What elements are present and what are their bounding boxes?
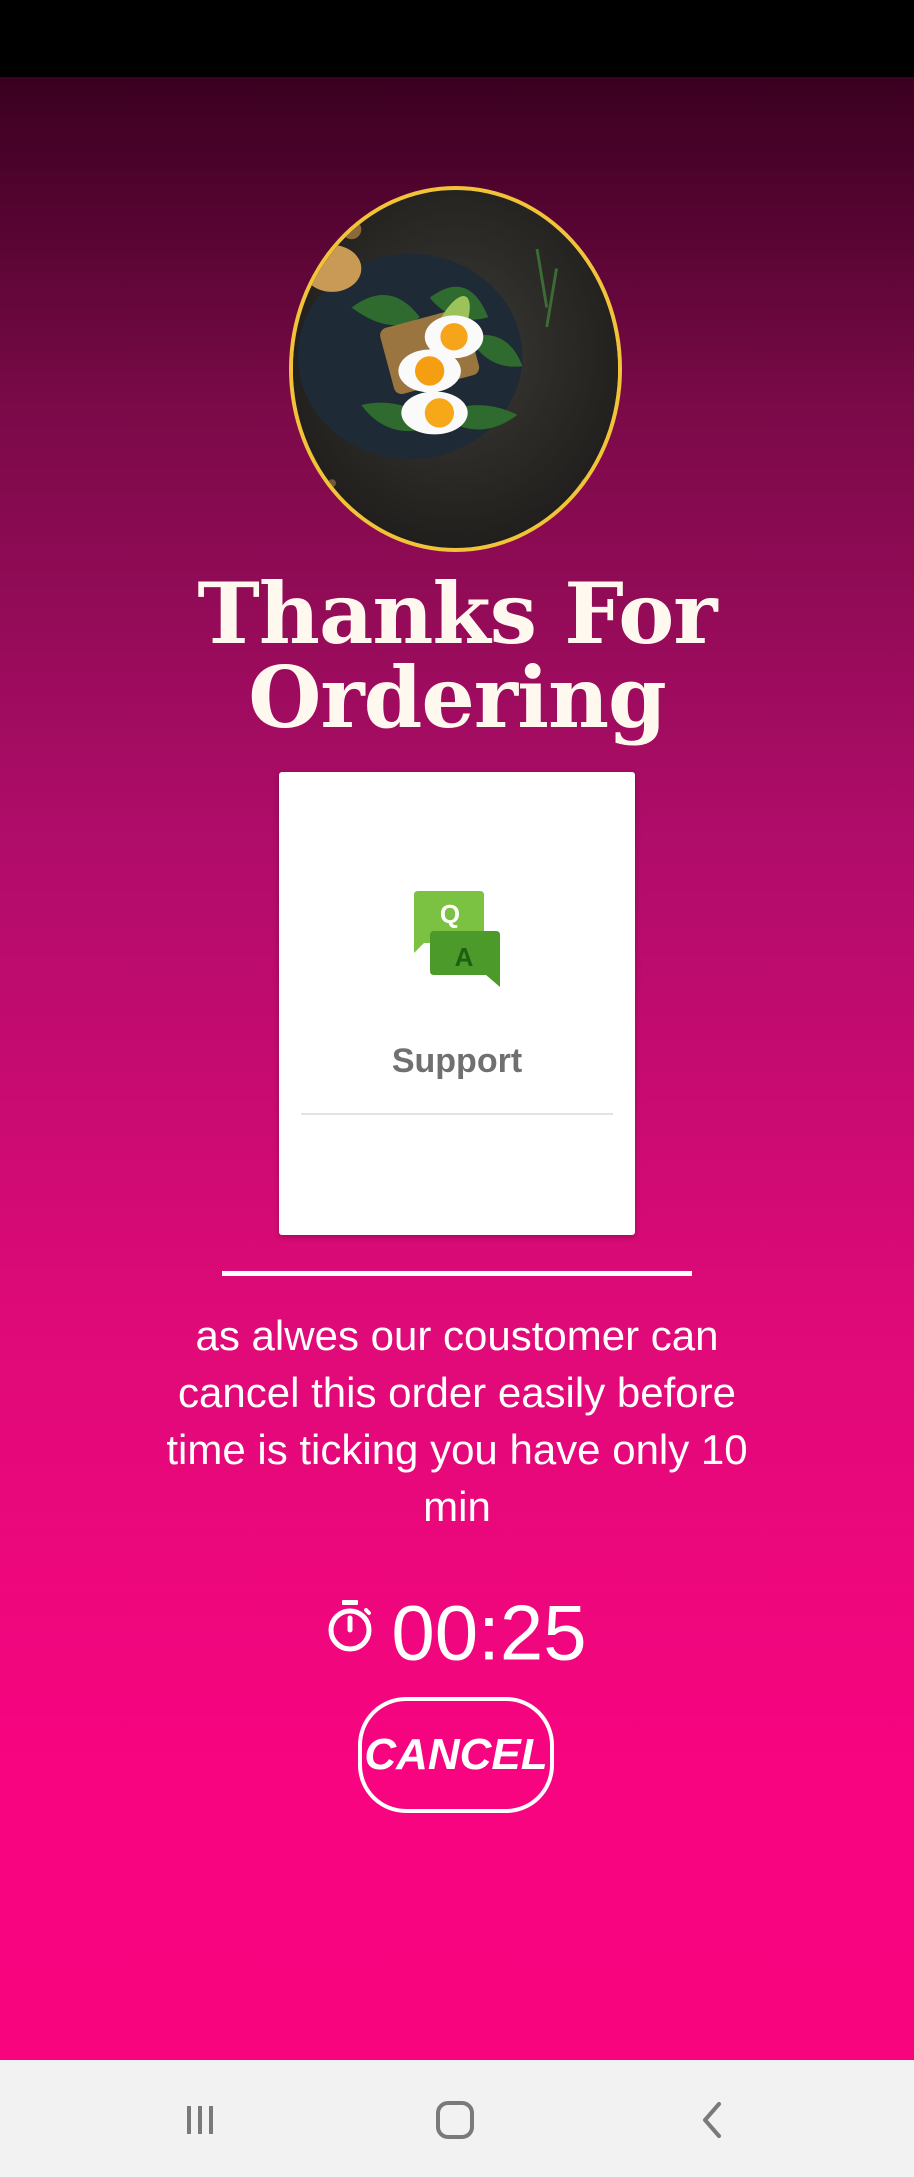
timer-value: 00:25 <box>391 1588 587 1677</box>
countdown-timer: 00:25 <box>0 1587 914 1671</box>
back-icon <box>703 2102 721 2138</box>
cancel-order-button[interactable]: CANCEL <box>358 1697 554 1813</box>
support-label: Support <box>391 1042 523 1080</box>
recent-apps-icon <box>187 2106 213 2134</box>
svg-text:A: A <box>455 942 474 972</box>
back-button[interactable] <box>683 2090 743 2150</box>
status-bar <box>0 0 914 77</box>
home-icon <box>436 2101 474 2139</box>
food-photo <box>289 186 622 552</box>
stopwatch-icon <box>328 1600 372 1652</box>
card-divider <box>301 1113 613 1115</box>
recent-apps-button[interactable] <box>170 2090 230 2150</box>
divider-line <box>222 1271 692 1276</box>
cancel-policy-message: as alwes our coustomer can cancel this o… <box>166 1312 748 1530</box>
order-confirmation-screen: Thanks For Ordering Q A Support as alwes… <box>0 77 914 2060</box>
system-navigation-bar <box>0 2060 914 2177</box>
support-card[interactable]: Q A Support <box>279 772 635 1235</box>
page-title: Thanks For Ordering <box>197 564 717 747</box>
svg-text:Q: Q <box>440 899 460 929</box>
home-button[interactable] <box>425 2090 485 2150</box>
qa-chat-icon: Q A <box>414 891 500 987</box>
